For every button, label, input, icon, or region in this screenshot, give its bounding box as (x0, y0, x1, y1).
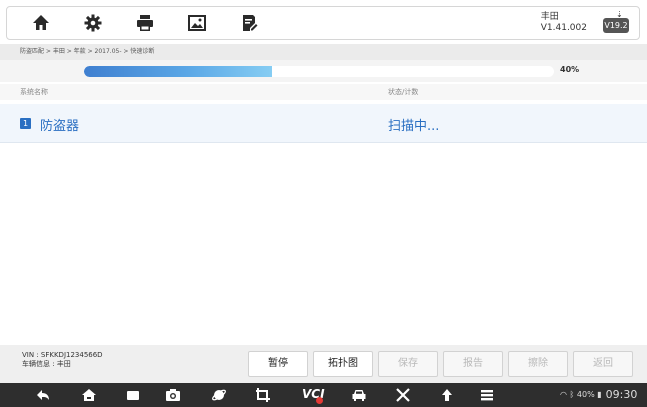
progress-label: 40% (560, 65, 580, 74)
system-status: 扫描中... (388, 119, 440, 134)
edit-report-icon (243, 15, 258, 31)
column-status: 状态/计数 (388, 88, 419, 96)
vehicle-info: VIN : SFKKDJ1234566D 车辆信息 : 丰田 (22, 351, 103, 369)
screen: 丰田 V1.41.002 ⇣ V19.2 防盗匹配 > 丰田 > 年款 > 20… (0, 0, 647, 407)
nav-upload-button[interactable] (438, 386, 456, 404)
column-header: 系统名称 状态/计数 (0, 84, 647, 100)
system-nav-bar: VCI ◠ ᛒ 40% ▮ 09:30 (0, 383, 647, 407)
system-row[interactable]: 1 防盗器 扫描中... (0, 104, 647, 143)
home-button[interactable] (15, 7, 67, 39)
footer-bar: VIN : SFKKDJ1234566D 车辆信息 : 丰田 暂停 拓扑图 保存… (0, 345, 647, 383)
wifi-icon: ◠ (560, 390, 567, 399)
software-version: V1.41.002 (540, 23, 587, 33)
progress-fill (84, 66, 272, 77)
breadcrumb: 防盗匹配 > 丰田 > 年款 > 2017.05- > 快速诊断 (0, 44, 647, 60)
back-button[interactable]: 返回 (573, 351, 633, 377)
nav-screenshot-button[interactable] (254, 386, 272, 404)
nav-vehicle-button[interactable] (350, 386, 368, 404)
erase-button[interactable]: 擦除 (508, 351, 568, 377)
upload-arrow-icon (442, 389, 452, 401)
bluetooth-icon: ᛒ (569, 390, 575, 399)
nav-menu-button[interactable] (478, 386, 496, 404)
home-icon (82, 389, 96, 401)
vci-disconnected-dot (316, 397, 323, 404)
settings-button[interactable] (67, 7, 119, 39)
topology-button[interactable]: 拓扑图 (313, 351, 373, 377)
settings-icon (84, 14, 102, 32)
column-system-name: 系统名称 (20, 88, 48, 96)
camera-icon (166, 389, 180, 401)
vin-text: VIN : SFKKDJ1234566D (22, 351, 103, 359)
nav-home-button[interactable] (80, 386, 98, 404)
save-button[interactable]: 保存 (378, 351, 438, 377)
nav-back-button[interactable] (34, 386, 52, 404)
system-index: 1 (20, 118, 31, 129)
car-icon (352, 390, 366, 401)
pause-button[interactable]: 暂停 (248, 351, 308, 377)
browser-icon (212, 389, 226, 401)
print-button[interactable] (119, 7, 171, 39)
update-badge: V19.2 (603, 18, 629, 33)
nav-tools-button[interactable] (394, 386, 412, 404)
nav-browser-button[interactable] (210, 386, 228, 404)
update-button[interactable]: ⇣ V19.2 (601, 10, 631, 35)
edit-report-button[interactable] (223, 7, 275, 39)
list-menu-icon (481, 390, 493, 401)
back-arrow-icon (37, 390, 49, 400)
version-info: 丰田 V1.41.002 (541, 12, 587, 34)
nav-recent-button[interactable] (124, 386, 142, 404)
image-icon (188, 15, 206, 31)
print-icon (137, 15, 153, 31)
clock: 09:30 (605, 388, 638, 401)
top-toolbar: 丰田 V1.41.002 ⇣ V19.2 (6, 6, 640, 40)
recent-apps-icon (127, 391, 139, 400)
screenshot-icon (256, 388, 270, 402)
battery-percent: 40% (576, 390, 595, 399)
status-area: ◠ ᛒ 40% ▮ 09:30 (560, 388, 637, 401)
image-button[interactable] (171, 7, 223, 39)
progress-row: 40% (0, 60, 647, 82)
nav-camera-button[interactable] (164, 386, 182, 404)
system-name: 防盗器 (40, 119, 80, 134)
home-icon (33, 15, 49, 30)
progress-bar (84, 66, 554, 77)
vehicle-info-text: 车辆信息 : 丰田 (22, 360, 71, 368)
vehicle-make: 丰田 (540, 12, 559, 22)
battery-icon: ▮ (597, 390, 602, 399)
tools-icon (396, 388, 410, 402)
report-button[interactable]: 报告 (443, 351, 503, 377)
